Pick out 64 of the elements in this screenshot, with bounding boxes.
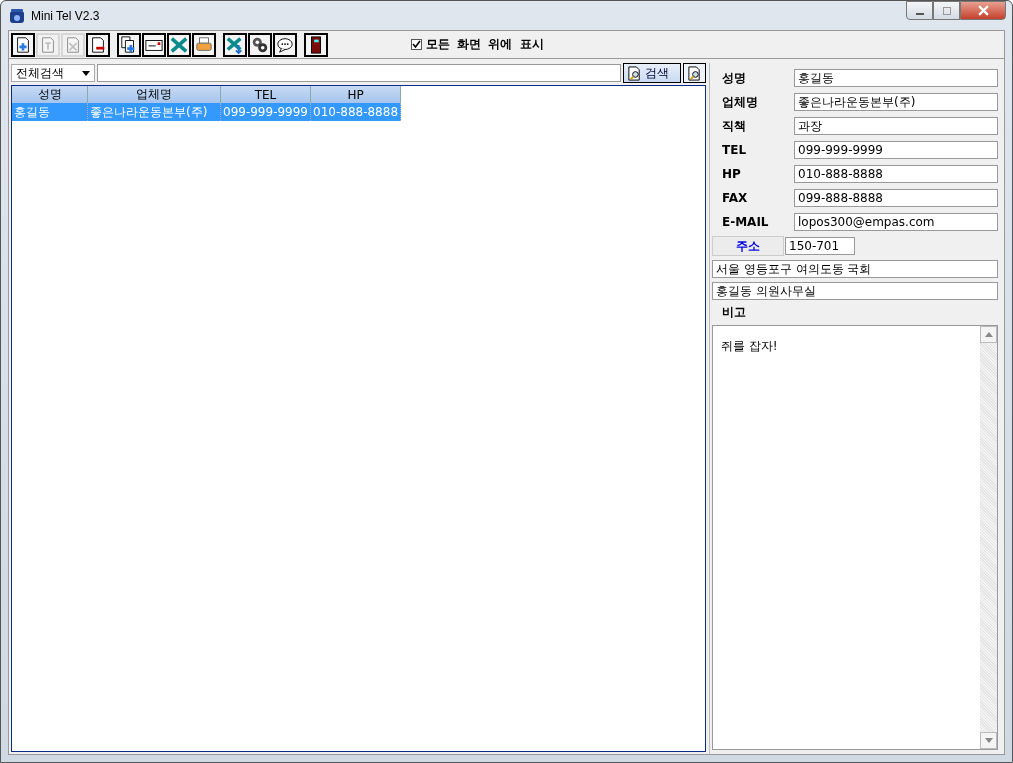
add-document-icon — [14, 35, 32, 54]
maximize-button[interactable] — [933, 1, 960, 20]
column-header[interactable]: 성명 — [12, 86, 88, 103]
maximize-icon — [941, 5, 952, 16]
printer-icon — [195, 35, 213, 54]
search-icon — [627, 65, 642, 81]
toolbar-button[interactable] — [304, 32, 328, 57]
search-icon-button[interactable] — [683, 63, 706, 83]
close-icon — [977, 5, 989, 16]
speech-bubble-icon — [276, 35, 294, 54]
vertical-scrollbar[interactable] — [980, 326, 997, 749]
search-scope-dropdown[interactable]: 전체검색 — [11, 64, 95, 82]
text-field[interactable]: 099-888-8888 — [794, 189, 998, 207]
text-field[interactable]: 099-999-9999 — [794, 141, 998, 159]
address-button[interactable]: 주소 — [712, 236, 784, 256]
minimize-button[interactable] — [906, 1, 933, 20]
field-label: E-MAIL — [721, 215, 770, 229]
search-icon — [687, 65, 702, 81]
text-field[interactable]: 과장 — [794, 117, 998, 135]
field-label: HP — [721, 167, 742, 181]
minimize-icon — [915, 12, 924, 15]
checkbox-label: 모든 화면 위에 표시 — [426, 36, 544, 53]
toolbar-button[interactable] — [142, 32, 166, 57]
scroll-down-arrow-icon — [984, 738, 993, 743]
toolbar-button[interactable] — [11, 32, 35, 57]
window-title: Mini Tel V2.3 — [31, 8, 100, 23]
toolbar-button[interactable] — [117, 32, 141, 57]
field-label: TEL — [721, 143, 748, 157]
field-label: FAX — [721, 191, 749, 205]
close-button[interactable] — [960, 1, 1006, 20]
table-cell: 홍길동 — [12, 103, 88, 121]
memo-text: 쥐를 잡자! — [720, 338, 779, 355]
checkbox[interactable] — [411, 39, 422, 50]
table-cell: 099-999-9999 — [220, 103, 311, 121]
caret-icon — [82, 70, 90, 76]
delete-document-icon — [64, 35, 82, 54]
column-header[interactable]: HP — [310, 86, 401, 103]
text-field[interactable]: 홍길동 — [794, 69, 998, 87]
toolbar-button[interactable] — [248, 32, 272, 57]
address-field[interactable]: 홍길동 의원사무실 — [712, 282, 998, 300]
text-field[interactable]: 010-888-8888 — [794, 165, 998, 183]
text-field[interactable]: 좋은나라운동본부(주) — [794, 93, 998, 111]
table-cell: 010-888-8888 — [310, 103, 401, 121]
column-header[interactable]: TEL — [220, 86, 311, 103]
field-label: 업체명 — [721, 93, 759, 111]
memo-label: 비고 — [721, 304, 747, 321]
remove-document-icon — [89, 35, 107, 54]
column-header[interactable]: 업체명 — [87, 86, 221, 103]
text-field[interactable]: lopos300@empas.com — [794, 213, 998, 231]
toolbar-button[interactable] — [223, 32, 247, 57]
telephone-icon — [9, 7, 25, 24]
search-button[interactable]: 검색 — [623, 63, 681, 83]
search-field[interactable] — [97, 64, 621, 82]
memo-field[interactable]: 쥐를 잡자! — [712, 325, 998, 750]
field-label: 직책 — [721, 117, 747, 135]
toolbar-button[interactable] — [273, 32, 297, 57]
address-field[interactable]: 서울 영등포구 여의도동 국회 — [712, 260, 998, 278]
toolbar-button[interactable] — [192, 32, 216, 57]
toolbar-button[interactable] — [167, 32, 191, 57]
table-cell: 좋은나라운동본부(주) — [87, 103, 221, 121]
toolbar-button[interactable] — [86, 32, 110, 57]
zip-code-field[interactable]: 150-701 — [785, 237, 855, 255]
scroll-up-arrow-icon — [984, 332, 993, 337]
field-label: 성명 — [721, 69, 747, 87]
